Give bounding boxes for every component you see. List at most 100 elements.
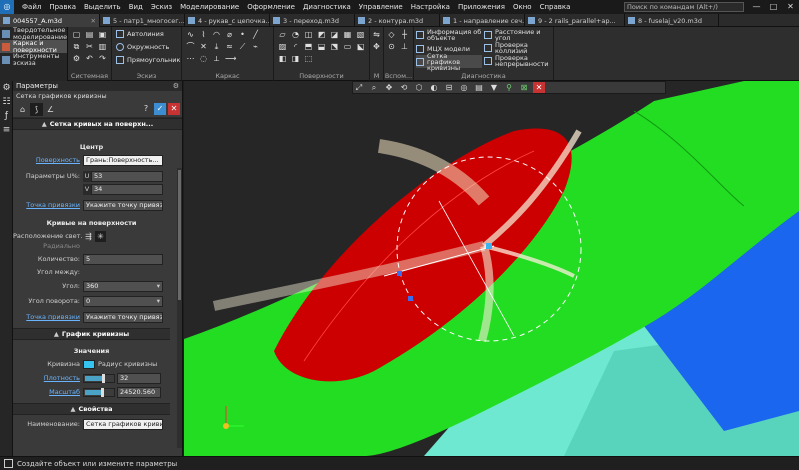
menu-diagnostics[interactable]: Диагностика bbox=[299, 0, 355, 14]
isoline-icon[interactable]: ⋯ bbox=[186, 54, 195, 63]
pan-icon[interactable]: ✥ bbox=[383, 82, 395, 93]
arc-icon[interactable]: ◠ bbox=[212, 30, 221, 39]
density-link[interactable]: Плотность bbox=[13, 374, 83, 382]
properties-icon[interactable]: ⚙ bbox=[72, 54, 81, 63]
line-icon[interactable]: ╱ bbox=[251, 30, 260, 39]
sew-surface-icon[interactable]: ⬔ bbox=[330, 42, 339, 51]
helix-icon[interactable]: ⌀ bbox=[225, 30, 234, 39]
cover-icon[interactable]: ⬚ bbox=[304, 54, 313, 63]
layers-icon[interactable]: ▤ bbox=[473, 82, 485, 93]
mode-curvature-icon[interactable]: ⟆ bbox=[30, 102, 43, 116]
anchor-handle[interactable] bbox=[486, 243, 492, 249]
angle-select[interactable]: 360 bbox=[83, 280, 163, 292]
list-tab-icon[interactable]: ≡ bbox=[0, 123, 13, 137]
curvature-grid-tool[interactable]: Сетка графиков кривизны bbox=[416, 52, 482, 71]
menu-select[interactable]: Выделить bbox=[80, 0, 125, 14]
close-window-button[interactable]: ✕ bbox=[782, 0, 799, 14]
contour-icon[interactable]: ◌ bbox=[199, 54, 208, 63]
open-folder-icon[interactable]: ▤ bbox=[85, 30, 94, 39]
doc-tab[interactable]: 5 - патр1_многосег... bbox=[100, 14, 185, 27]
zoom-icon[interactable]: ⌕ bbox=[368, 82, 380, 93]
count-input[interactable]: 5 bbox=[83, 253, 163, 265]
offset-surface-icon[interactable]: ▨ bbox=[278, 42, 287, 51]
circle-tool[interactable]: Окружность bbox=[116, 43, 169, 51]
maximize-button[interactable]: □ bbox=[765, 0, 782, 14]
display-style-icon[interactable]: ◐ bbox=[428, 82, 440, 93]
revolve-surface-icon[interactable]: ◔ bbox=[291, 30, 300, 39]
loft-surface-icon[interactable]: ◩ bbox=[317, 30, 326, 39]
trim-surface-icon[interactable]: ⬓ bbox=[317, 42, 326, 51]
menu-design[interactable]: Оформление bbox=[243, 0, 299, 14]
density-input[interactable]: 32 bbox=[117, 372, 161, 384]
trim-icon[interactable]: ⟋ bbox=[238, 42, 247, 51]
settings-icon[interactable]: ⚙ bbox=[173, 82, 179, 90]
collision-check-tool[interactable]: Проверка коллизий bbox=[484, 42, 550, 54]
new-document-icon[interactable]: ▢ bbox=[72, 30, 81, 39]
grid-handle-1[interactable] bbox=[397, 271, 402, 276]
menu-window[interactable]: Окно bbox=[509, 0, 536, 14]
split-curve-icon[interactable]: ⟂ bbox=[212, 54, 221, 63]
panel-scrollbar[interactable] bbox=[177, 168, 182, 448]
section-view-icon[interactable]: ⊟ bbox=[443, 82, 455, 93]
autoline-tool[interactable]: Автолиния bbox=[116, 30, 164, 38]
axis-icon[interactable]: ┼ bbox=[400, 30, 409, 39]
extend-icon[interactable]: ⟶ bbox=[225, 54, 236, 63]
scrollbar-thumb[interactable] bbox=[178, 170, 181, 300]
scale-link[interactable]: Масштаб bbox=[13, 388, 83, 396]
blend-surface-icon[interactable]: ⬕ bbox=[356, 42, 365, 51]
mode-sketch-tools[interactable]: Инструменты эскиза bbox=[0, 53, 67, 66]
filter-icon[interactable]: ▼ bbox=[488, 82, 500, 93]
mirror-icon[interactable]: ⇋ bbox=[372, 30, 381, 39]
v-input[interactable]: 34 bbox=[91, 183, 163, 195]
spline-icon[interactable]: ∿ bbox=[186, 30, 195, 39]
menu-modeling[interactable]: Моделирование bbox=[176, 0, 243, 14]
parameters-tab-icon[interactable]: ⚙ bbox=[0, 81, 13, 95]
object-info-tool[interactable]: Информация об объекте bbox=[416, 29, 482, 41]
doc-tab[interactable]: 4 - рукав_с цепочка... bbox=[185, 14, 270, 27]
lcs-icon[interactable]: ⊥ bbox=[400, 42, 409, 51]
doc-tab[interactable]: 9 - 2 rails_parallel+ap... bbox=[525, 14, 625, 27]
menu-sketch[interactable]: Эскиз bbox=[147, 0, 176, 14]
curvature-color-swatch[interactable] bbox=[83, 359, 95, 369]
doc-tab[interactable]: 1 - направление сеч... bbox=[440, 14, 525, 27]
menu-view[interactable]: Вид bbox=[125, 0, 147, 14]
thicken-icon[interactable]: ◨ bbox=[291, 54, 300, 63]
curve-icon[interactable]: ⌒ bbox=[186, 42, 195, 51]
menu-settings[interactable]: Настройка bbox=[407, 0, 454, 14]
app-logo-icon[interactable]: ◎ bbox=[0, 0, 14, 14]
copy-icon[interactable]: ⧉ bbox=[72, 42, 81, 51]
menu-manage[interactable]: Управление bbox=[355, 0, 407, 14]
plane-icon[interactable]: ◇ bbox=[387, 30, 396, 39]
doc-tab[interactable]: 8 - fuselaj_v20.m3d bbox=[625, 14, 719, 27]
slider-knob[interactable] bbox=[102, 373, 105, 383]
patch-icon[interactable]: ◪ bbox=[330, 30, 339, 39]
sweep-surface-icon[interactable]: ◫ bbox=[304, 30, 313, 39]
anchor-link[interactable]: Точка привязки bbox=[13, 201, 83, 209]
variables-tab-icon[interactable]: ƒ bbox=[0, 109, 13, 123]
mode-surface-icon[interactable]: ⌂ bbox=[16, 103, 29, 116]
minimize-button[interactable]: — bbox=[748, 0, 765, 14]
zoom-fit-icon[interactable]: ⤢ bbox=[353, 82, 365, 93]
doc-tab[interactable]: 2 - контура.m3d bbox=[355, 14, 440, 27]
close-icon[interactable]: ✕ bbox=[88, 17, 96, 25]
mesh-surface-icon[interactable]: ▦ bbox=[343, 30, 352, 39]
model-tree-tab-icon[interactable]: ☷ bbox=[0, 95, 13, 109]
save-icon[interactable]: ▣ bbox=[98, 30, 107, 39]
menu-help[interactable]: Справка bbox=[536, 0, 575, 14]
continuity-check-tool[interactable]: Проверка непрерывности bbox=[484, 55, 550, 67]
section-props-header[interactable]: ▲ Свойства bbox=[13, 403, 170, 415]
rectangle-tool[interactable]: Прямоугольник bbox=[116, 56, 180, 64]
apply-button[interactable]: ✓ bbox=[154, 103, 166, 115]
intersection-icon[interactable]: ✕ bbox=[199, 42, 208, 51]
join-icon[interactable]: ⌁ bbox=[251, 42, 260, 51]
distance-angle-tool[interactable]: Расстояние и угол bbox=[484, 29, 550, 41]
section-grid-header[interactable]: ▲ Сетка кривых на поверхн... bbox=[13, 118, 182, 130]
fillet-surface-icon[interactable]: ◜ bbox=[291, 42, 300, 51]
mode-graph-icon[interactable]: ∠ bbox=[44, 103, 57, 116]
anchor2-link[interactable]: Точка привязки bbox=[13, 313, 83, 321]
surface-field[interactable]: Грань:Поверхность... bbox=[83, 154, 163, 166]
u-input[interactable]: 53 bbox=[91, 170, 163, 182]
aux-point-icon[interactable]: ⊙ bbox=[387, 42, 396, 51]
offset-curve-icon[interactable]: ≈ bbox=[225, 42, 234, 51]
extend-surface-icon[interactable]: ⬒ bbox=[304, 42, 313, 51]
